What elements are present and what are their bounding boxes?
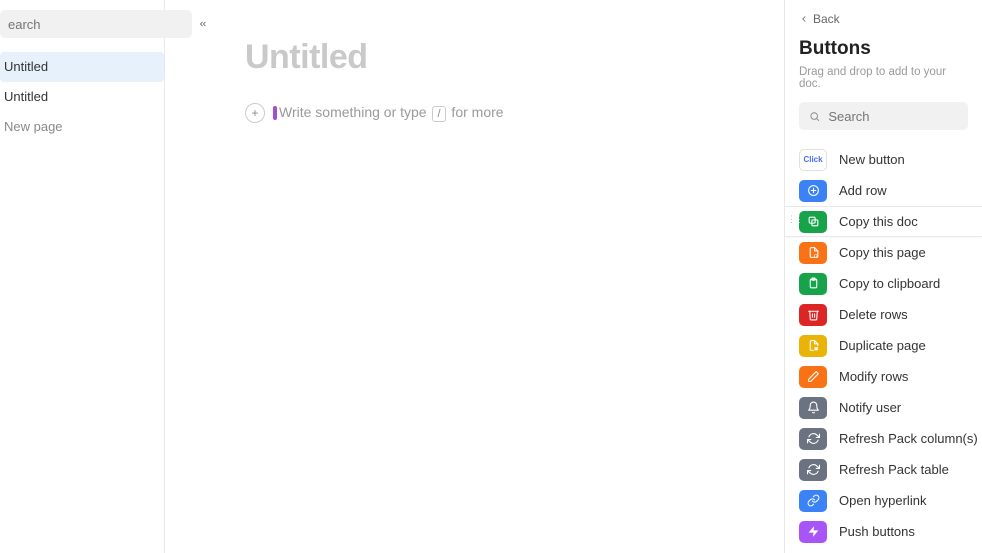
button-template-item[interactable]: Click New button [785,144,982,175]
link-icon [799,490,827,512]
bolt-icon [799,521,827,543]
add-block-button[interactable]: + [245,103,265,123]
button-template-label: Duplicate page [839,338,926,353]
document-canvas: Untitled + Write something or type / for… [165,0,784,553]
pencil-icon [799,366,827,388]
panel-search-box[interactable] [799,102,968,130]
insert-panel: Back Buttons Drag and drop to add to you… [784,0,982,553]
button-template-item[interactable]: Refresh Pack table [785,454,982,485]
slash-key-icon: / [432,106,445,122]
button-template-item[interactable]: Push buttons [785,516,982,547]
copy-icon [799,211,827,233]
sidebar-search-input[interactable] [0,10,192,38]
page-copy-icon [799,242,827,264]
panel-back-label: Back [813,12,840,26]
clipboard-icon [799,273,827,295]
drag-handle-icon[interactable]: ⋮⋮ [787,216,803,222]
refresh-icon [799,428,827,450]
button-template-item[interactable]: Copy this page [785,237,982,268]
button-template-label: Add row [839,183,887,198]
button-template-item[interactable]: Delete rows [785,299,982,330]
editor-placeholder: Write something or type / for more [273,104,504,121]
button-template-label: Delete rows [839,307,908,322]
button-template-label: Copy to clipboard [839,276,940,291]
button-template-item[interactable]: Modify rows [785,361,982,392]
page-dup-icon [799,335,827,357]
click-icon: Click [799,149,827,171]
panel-back-button[interactable]: Back [785,12,982,38]
panel-title: Buttons [785,38,982,66]
search-icon [809,110,820,123]
chevron-left-icon [799,14,809,24]
button-template-item[interactable]: Copy to clipboard [785,268,982,299]
sidebar-page-item[interactable]: New page [0,112,164,142]
button-template-label: Notify user [839,400,901,415]
button-template-item[interactable]: Refresh Pack column(s) [785,423,982,454]
page-list: UntitledUntitledNew page [0,52,164,142]
panel-subtitle: Drag and drop to add to your doc. [785,66,982,102]
button-template-item[interactable]: Notify user [785,392,982,423]
sidebar-page-item[interactable]: Untitled [0,82,164,112]
button-template-label: Copy this page [839,245,926,260]
button-template-label: Refresh Pack table [839,462,949,477]
button-template-list: Click New button Add row ⋮⋮ Copy this doc Cop… [785,144,982,547]
bell-icon [799,397,827,419]
sidebar-page-item[interactable]: Untitled [0,52,164,82]
button-template-label: Copy this doc [839,214,918,229]
button-template-item[interactable]: ⋮⋮ Copy this doc [785,206,982,237]
document-title[interactable]: Untitled [245,38,744,77]
button-template-label: Refresh Pack column(s) [839,431,978,446]
plus-circle-icon [799,180,827,202]
left-sidebar: UntitledUntitledNew page [0,0,165,553]
button-template-label: Modify rows [839,369,908,384]
text-cursor-icon [273,106,277,120]
panel-search-input[interactable] [828,109,958,124]
trash-icon [799,304,827,326]
button-template-label: Open hyperlink [839,493,926,508]
button-template-item[interactable]: Add row [785,175,982,206]
editor-prompt-row[interactable]: + Write something or type / for more [245,103,744,123]
refresh-icon [799,459,827,481]
button-template-label: New button [839,152,905,167]
plus-icon: + [251,106,258,120]
button-template-item[interactable]: Duplicate page [785,330,982,361]
button-template-label: Push buttons [839,524,915,539]
button-template-item[interactable]: Open hyperlink [785,485,982,516]
